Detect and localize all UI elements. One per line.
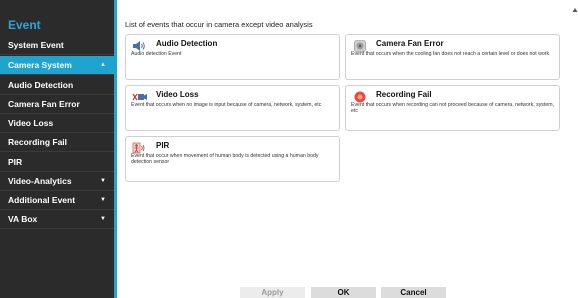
card-description: Event that occurs when no image is input…: [131, 102, 322, 108]
cancel-button[interactable]: Cancel: [381, 287, 446, 298]
sidebar-item-label: Audio Detection: [8, 80, 74, 90]
card-description: Event that occurs when the cooling fan d…: [351, 51, 550, 57]
sidebar-item-label: Video-Analytics: [8, 176, 72, 186]
event-card-audio-detection[interactable]: Audio Detection Audio detection Event: [125, 34, 340, 80]
sidebar-item-camera-system[interactable]: Camera System ▲: [0, 56, 114, 75]
scroll-down-arrow-icon[interactable]: [572, 292, 578, 298]
sidebar: Event System Event Camera System ▲ Audio…: [0, 0, 117, 298]
card-name: Video Loss: [156, 90, 199, 99]
sidebar-item-system-event[interactable]: System Event: [0, 36, 114, 55]
sidebar-item-label: Video Loss: [8, 118, 54, 128]
expand-arrow-icon: ▼: [100, 178, 106, 184]
collapse-arrow-icon: ▲: [100, 62, 106, 68]
expand-arrow-icon: ▼: [100, 216, 106, 222]
vertical-scrollbar[interactable]: [572, 0, 578, 298]
fan-icon: [354, 39, 368, 52]
video-loss-icon: [132, 90, 147, 102]
sidebar-item-label: System Event: [8, 40, 64, 50]
sidebar-item-label: Additional Event: [8, 195, 76, 205]
sidebar-item-video-analytics[interactable]: Video-Analytics ▼: [0, 172, 114, 191]
sidebar-title: Event: [8, 18, 41, 32]
card-name: Recording Fail: [376, 90, 432, 99]
event-card-camera-fan-error[interactable]: Camera Fan Error Event that occurs when …: [345, 34, 560, 80]
ok-button[interactable]: OK: [311, 287, 376, 298]
sidebar-item-audio-detection[interactable]: Audio Detection: [0, 76, 114, 95]
pir-icon: [132, 141, 146, 154]
card-description: Audio detection Event: [131, 51, 182, 57]
event-card-recording-fail[interactable]: Recording Fail Event that occurs when re…: [345, 85, 560, 131]
speaker-icon: [132, 39, 146, 51]
sidebar-item-recording-fail[interactable]: Recording Fail: [0, 133, 114, 152]
sidebar-item-additional-event[interactable]: Additional Event ▼: [0, 191, 114, 210]
event-card-pir[interactable]: PIR Event that occur when movement of hu…: [125, 136, 340, 182]
card-name: Camera Fan Error: [376, 39, 444, 48]
card-name: PIR: [156, 141, 170, 150]
page-title: List of events that occur in camera exce…: [125, 20, 313, 29]
card-name: Audio Detection: [156, 39, 218, 48]
sidebar-item-label: Camera System: [8, 60, 72, 70]
scroll-up-arrow-icon[interactable]: [572, 0, 578, 12]
sidebar-item-label: PIR: [8, 157, 23, 167]
sidebar-item-pir[interactable]: PIR: [0, 153, 114, 172]
apply-button[interactable]: Apply: [240, 287, 305, 298]
sidebar-item-label: Recording Fail: [8, 137, 68, 147]
sidebar-item-va-box[interactable]: VA Box ▼: [0, 210, 114, 229]
sidebar-item-label: VA Box: [8, 214, 38, 224]
expand-arrow-icon: ▼: [100, 197, 106, 203]
sidebar-item-label: Camera Fan Error: [8, 99, 80, 109]
sidebar-item-video-loss[interactable]: Video Loss: [0, 114, 114, 133]
card-description: Event that occur when movement of human …: [131, 153, 319, 165]
sidebar-item-camera-fan-error[interactable]: Camera Fan Error: [0, 95, 114, 114]
recording-fail-icon: [354, 90, 368, 103]
event-card-video-loss[interactable]: Video Loss Event that occurs when no ima…: [125, 85, 340, 131]
card-description: Event that occurs when recording can not…: [351, 102, 554, 114]
